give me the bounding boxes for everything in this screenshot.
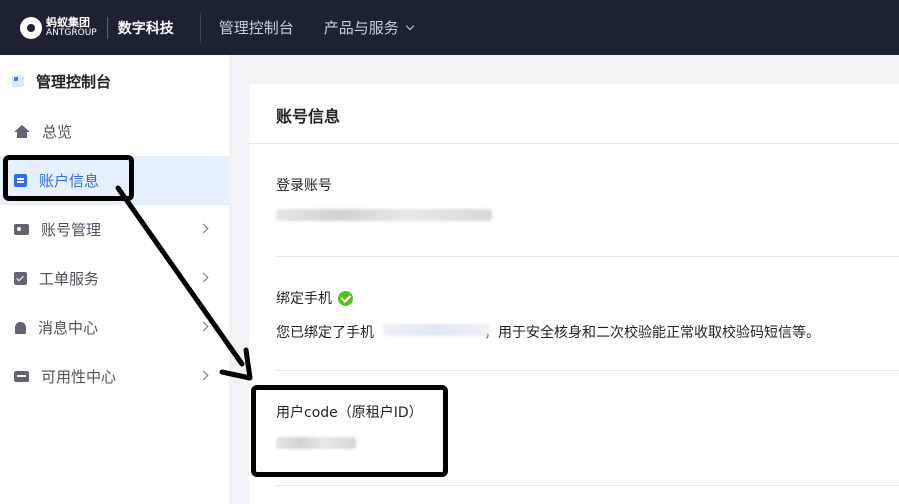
highlight-box-user-code bbox=[251, 385, 448, 477]
sidebar-item-ticket-service[interactable]: 工单服务 bbox=[0, 254, 229, 303]
sidebar-item-label: 可用性中心 bbox=[41, 368, 117, 386]
phone-label-row: 绑定手机 bbox=[276, 288, 353, 308]
phone-number-redacted bbox=[383, 324, 489, 336]
bound-phone-label: 绑定手机 bbox=[276, 291, 332, 307]
logo-divider bbox=[106, 16, 108, 39]
logo-en-text: ANTGROUP bbox=[46, 27, 97, 38]
check-circle-icon bbox=[338, 290, 353, 306]
sidebar-item-message-center[interactable]: 消息中心 bbox=[0, 303, 229, 352]
sidebar: 管理控制台 总览 账户信息 账号管理 工单服务 消息中心 可用性中心 bbox=[0, 55, 229, 504]
monitor-icon bbox=[14, 371, 29, 382]
nav-divider bbox=[199, 12, 201, 43]
id-card-icon bbox=[14, 224, 29, 235]
phone-description: 您已绑定了手机 ，用于安全核身和二次校验能正常收取校验码短信等。 bbox=[276, 322, 820, 342]
page-title: 账号信息 bbox=[276, 107, 341, 126]
sidebar-item-label: 消息中心 bbox=[38, 319, 99, 337]
phone-desc-suffix: ，用于安全核身和二次校验能正常收取校验码短信等。 bbox=[484, 325, 820, 341]
title-divider bbox=[249, 143, 899, 144]
sidebar-title: 管理控制台 bbox=[36, 72, 112, 91]
nav-products-services[interactable]: 产品与服务 bbox=[323, 17, 414, 38]
nav-console[interactable]: 管理控制台 bbox=[219, 17, 294, 38]
ant-group-logo[interactable]: 蚂蚁集团 ANTGROUP 数字科技 bbox=[20, 0, 174, 55]
top-navbar: 蚂蚁集团 ANTGROUP 数字科技 管理控制台 产品与服务 bbox=[0, 0, 899, 55]
nav-products-label: 产品与服务 bbox=[323, 19, 399, 37]
phone-desc-prefix: 您已绑定了手机 bbox=[276, 325, 374, 341]
chevron-right-icon bbox=[198, 272, 209, 283]
chevron-right-icon bbox=[198, 321, 209, 332]
brand-name: 数字科技 bbox=[117, 20, 174, 37]
chevron-right-icon bbox=[198, 370, 209, 381]
chevron-right-icon bbox=[198, 223, 209, 234]
section-divider bbox=[276, 370, 899, 371]
ant-logo-icon bbox=[20, 16, 42, 39]
home-icon bbox=[14, 125, 30, 138]
sidebar-item-account-management[interactable]: 账号管理 bbox=[0, 205, 229, 254]
sidebar-item-overview[interactable]: 总览 bbox=[0, 107, 229, 156]
console-icon bbox=[12, 75, 24, 87]
sidebar-item-label: 账号管理 bbox=[41, 221, 102, 239]
highlight-box-account-info bbox=[3, 155, 134, 201]
login-account-value-redacted bbox=[276, 209, 492, 221]
sidebar-header: 管理控制台 bbox=[0, 55, 229, 107]
section-divider bbox=[276, 256, 899, 257]
sidebar-item-label: 工单服务 bbox=[39, 270, 100, 288]
sidebar-item-label: 总览 bbox=[42, 123, 73, 141]
login-account-label: 登录账号 bbox=[276, 178, 332, 194]
bell-icon bbox=[15, 321, 26, 334]
section-divider bbox=[276, 485, 899, 486]
chevron-down-icon bbox=[405, 21, 414, 30]
checklist-icon bbox=[14, 272, 27, 285]
logo-cn-text: 蚂蚁集团 bbox=[46, 15, 90, 29]
sidebar-item-availability-center[interactable]: 可用性中心 bbox=[0, 352, 229, 401]
